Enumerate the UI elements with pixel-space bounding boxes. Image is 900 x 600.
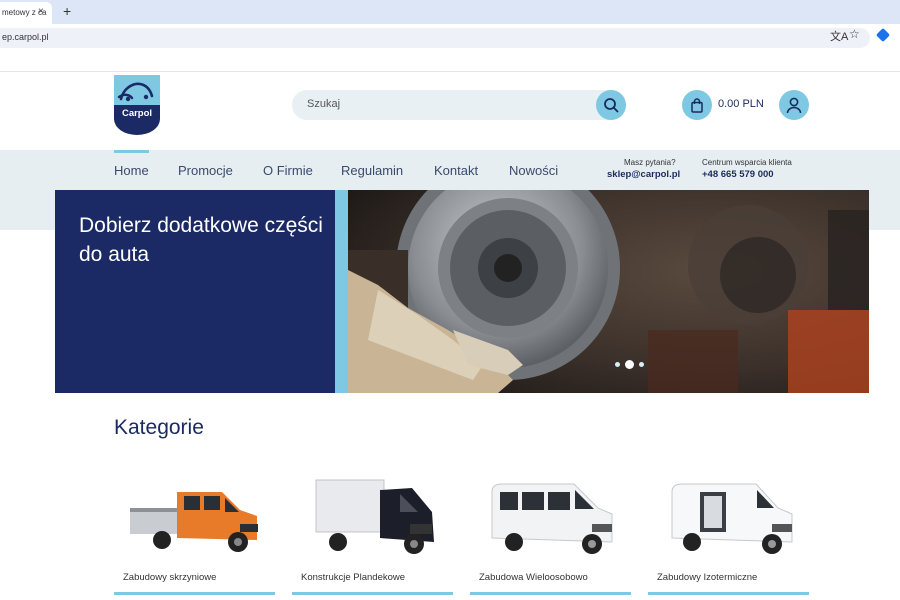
logo-text: Carpol xyxy=(122,108,152,119)
translate-icon[interactable]: 文A xyxy=(830,28,848,44)
category-underline xyxy=(470,592,631,595)
contact-question: Masz pytania? xyxy=(624,158,676,167)
search-icon xyxy=(604,98,619,113)
category-label: Zabudowy Izotermiczne xyxy=(657,572,758,583)
browser-tab[interactable]: metowy z ca × xyxy=(0,2,52,24)
carousel-dot[interactable] xyxy=(639,362,644,367)
support-label: Centrum wsparcia klienta xyxy=(702,158,792,167)
category-card[interactable]: Zabudowy skrzyniowe xyxy=(114,460,275,596)
category-image xyxy=(130,492,258,552)
search-button[interactable] xyxy=(596,90,626,120)
url-text: ep.carpol.pl xyxy=(2,32,49,42)
search-bar[interactable]: Szukaj xyxy=(292,90,626,120)
hero-accent-stripe xyxy=(335,190,348,393)
browser-tab-bar: metowy z ca × + xyxy=(0,0,900,24)
category-label: Zabudowa Wieloosobowo xyxy=(479,572,588,583)
star-icon[interactable]: ☆ xyxy=(849,27,860,41)
new-tab-icon[interactable]: + xyxy=(63,3,71,19)
category-label: Zabudowy skrzyniowe xyxy=(123,572,217,583)
carousel-dot-active[interactable] xyxy=(625,360,634,369)
support-phone-link[interactable]: +48 665 579 000 xyxy=(702,169,774,180)
hero-title: Dobierz dodatkowe części do auta xyxy=(79,214,323,266)
nav-item-home[interactable]: Home xyxy=(114,163,149,178)
user-icon xyxy=(786,97,802,113)
nav-item-nowosci[interactable]: Nowości xyxy=(509,163,558,178)
cart-total[interactable]: 0.00 PLN xyxy=(718,98,764,110)
nav-active-indicator xyxy=(114,150,149,153)
url-field[interactable]: ep.carpol.pl xyxy=(0,28,870,48)
divider xyxy=(0,71,900,72)
shopping-bag-icon xyxy=(691,97,703,113)
carousel-dots xyxy=(615,360,644,369)
category-card[interactable]: Konstrukcje Plandekowe xyxy=(292,460,453,596)
search-input[interactable]: Szukaj xyxy=(307,98,340,110)
nav-item-kontakt[interactable]: Kontakt xyxy=(434,163,478,178)
cart-button[interactable] xyxy=(682,90,712,120)
category-card[interactable]: Zabudowa Wieloosobowo xyxy=(470,460,631,596)
close-icon[interactable]: × xyxy=(38,6,44,17)
nav-item-o-firmie[interactable]: O Firmie xyxy=(263,163,313,178)
extension-icon[interactable] xyxy=(875,27,891,43)
categories-heading: Kategorie xyxy=(114,416,204,439)
hero-image xyxy=(348,190,869,393)
category-card[interactable]: Zabudowy Izotermiczne xyxy=(648,460,809,596)
category-image xyxy=(671,483,793,554)
category-image xyxy=(491,483,613,554)
category-underline xyxy=(648,592,809,595)
category-underline xyxy=(292,592,453,595)
nav-item-regulamin[interactable]: Regulamin xyxy=(341,163,403,178)
account-button[interactable] xyxy=(779,90,809,120)
address-bar: ep.carpol.pl 文A ☆ xyxy=(0,24,900,52)
category-underline xyxy=(114,592,275,595)
carpol-logo[interactable]: Carpol xyxy=(114,75,160,135)
category-label: Konstrukcje Plandekowe xyxy=(301,572,406,583)
category-image xyxy=(315,479,434,554)
contact-email-link[interactable]: sklep@carpol.pl xyxy=(607,169,680,180)
carousel-dot[interactable] xyxy=(615,362,620,367)
nav-item-promocje[interactable]: Promocje xyxy=(178,163,233,178)
